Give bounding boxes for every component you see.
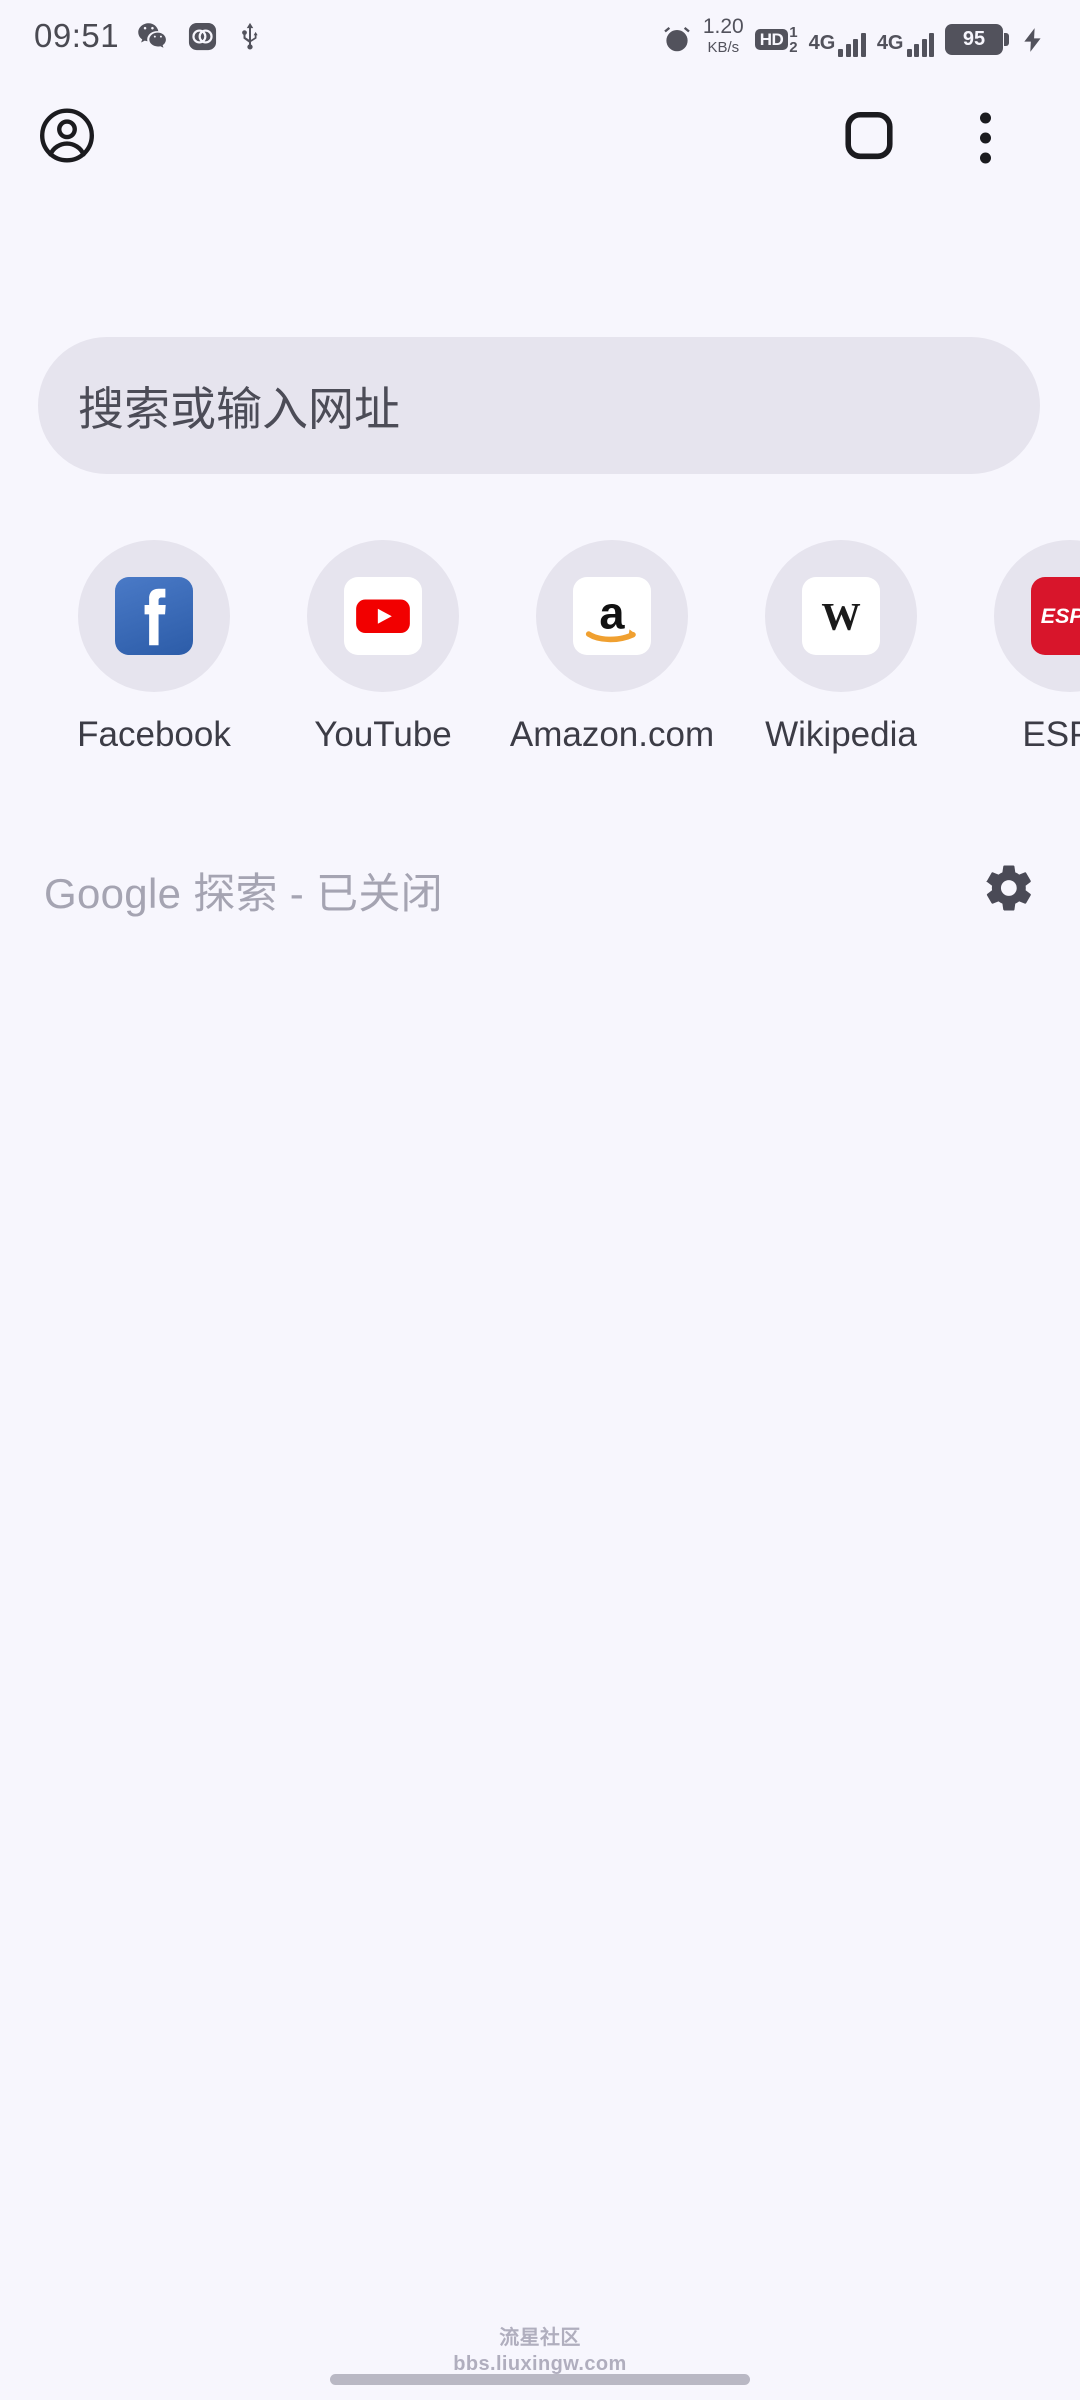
tab-switcher-button[interactable]	[840, 107, 898, 170]
signal-sim1: 4G	[808, 31, 866, 57]
espn-icon: ESPN	[1031, 577, 1080, 655]
search-placeholder: 搜索或输入网址	[78, 383, 400, 435]
hd-badge-sim: 1 2	[789, 25, 797, 55]
status-bar: 09:51 1.20 KB/s HD 1 2 4G 4G 95	[0, 0, 1080, 72]
overflow-menu-button[interactable]	[980, 112, 991, 164]
battery-body: 95	[945, 23, 1003, 55]
signal-sim2-network: 4G	[876, 31, 904, 54]
account-circle-icon	[40, 108, 94, 163]
tile-icon-container: ESPN	[994, 540, 1080, 692]
shortcut-tile-espn[interactable]: ESPN ESPN	[994, 540, 1080, 755]
menu-dot-1	[980, 112, 991, 124]
menu-dot-2	[980, 132, 991, 144]
amazon-icon: a	[573, 577, 651, 655]
app-icon	[187, 21, 218, 52]
gear-icon	[986, 865, 1031, 911]
tab-switcher-icon	[845, 111, 893, 160]
menu-dot-3	[980, 152, 991, 164]
signal-sim2: 4G	[876, 31, 934, 57]
status-bar-right: 1.20 KB/s HD 1 2 4G 4G 95	[662, 16, 1046, 57]
battery-cap	[1004, 32, 1009, 46]
battery-indicator: 95	[945, 23, 1009, 55]
wechat-icon	[136, 19, 170, 53]
tile-label: ESPN	[1022, 715, 1080, 754]
tile-label: Amazon.com	[509, 715, 715, 754]
shortcut-tile-wikipedia[interactable]: W Wikipedia	[765, 540, 917, 755]
wikipedia-icon: W	[802, 577, 880, 655]
omnibox-search-bar[interactable]: 搜索或输入网址	[38, 337, 1040, 474]
charging-bolt-icon	[1020, 25, 1046, 55]
tile-label: YouTube	[314, 715, 452, 754]
hd-badge-label: HD	[754, 29, 789, 50]
shortcut-tile-facebook[interactable]: Facebook	[77, 540, 231, 755]
facebook-icon	[115, 577, 193, 655]
signal-sim2-bars	[906, 32, 934, 57]
most-visited-tiles: Facebook YouTube a Amazon.com W Wikipedi…	[0, 540, 1080, 760]
signal-sim1-network: 4G	[808, 31, 836, 54]
discover-status-text: Google 探索 - 已关闭	[44, 869, 443, 917]
tile-icon-container	[78, 540, 230, 692]
hd-volte-icon: HD 1 2	[754, 25, 798, 55]
hd-badge-sim1: 1	[789, 23, 798, 41]
watermark-line-2: bbs.liuxingw.com	[453, 2353, 627, 2375]
shortcut-tile-amazon[interactable]: a Amazon.com	[510, 540, 714, 755]
alarm-icon	[662, 25, 692, 57]
gesture-nav-bar[interactable]	[330, 2374, 750, 2385]
signal-sim1-bars	[838, 32, 866, 57]
tile-icon-container	[307, 540, 459, 692]
svg-text:a: a	[599, 587, 625, 638]
network-speed-indicator: 1.20 KB/s	[703, 16, 744, 55]
tile-label: Wikipedia	[765, 715, 917, 754]
hd-badge-sim2: 2	[789, 38, 798, 56]
svg-text:ESPN: ESPN	[1041, 604, 1080, 628]
discover-feed-header: Google 探索 - 已关闭	[0, 855, 1080, 925]
youtube-icon	[344, 577, 422, 655]
network-speed-unit: KB/s	[707, 38, 740, 56]
usb-icon	[235, 21, 265, 51]
status-clock: 09:51	[34, 17, 120, 54]
network-speed-value: 1.20	[702, 14, 744, 38]
svg-text:W: W	[821, 594, 860, 638]
shortcut-tile-youtube[interactable]: YouTube	[307, 540, 459, 755]
tile-icon-container: W	[765, 540, 917, 692]
forum-watermark: 流星社区 bbs.liuxingw.com	[0, 2321, 1080, 2376]
status-bar-left: 09:51	[34, 17, 265, 55]
watermark-line-1: 流星社区	[499, 2327, 581, 2349]
tile-icon-container: a	[536, 540, 688, 692]
tile-label: Facebook	[77, 715, 231, 754]
browser-toolbar	[0, 78, 1080, 198]
discover-settings-button[interactable]	[982, 861, 1036, 920]
battery-percent: 95	[962, 28, 986, 50]
account-button[interactable]	[36, 105, 98, 172]
